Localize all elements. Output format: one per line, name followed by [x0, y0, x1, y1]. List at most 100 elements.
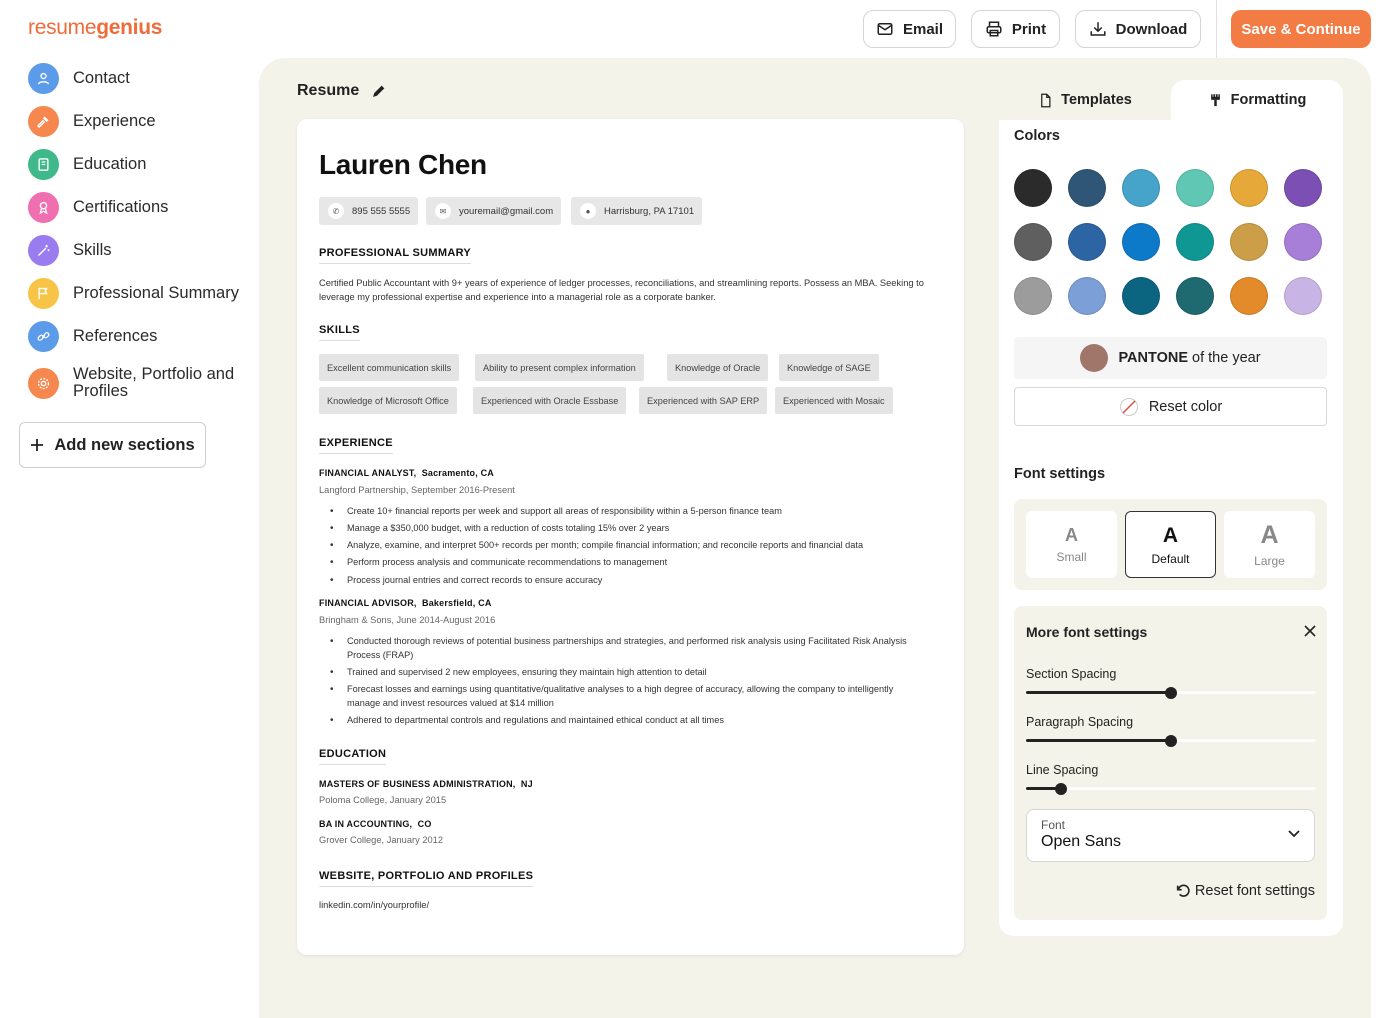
- sidebar-item-website[interactable]: Website, Portfolio and Profiles: [28, 366, 243, 400]
- job-bullet: Process journal entries and correct reco…: [330, 574, 927, 588]
- close-icon[interactable]: [1304, 625, 1316, 637]
- email-chip: ✉ youremail@gmail.com: [426, 197, 562, 225]
- tab-formatting[interactable]: Formatting: [1171, 80, 1343, 120]
- sidebar-item-experience[interactable]: Experience: [28, 106, 156, 137]
- color-swatch[interactable]: [1284, 277, 1322, 315]
- color-swatch[interactable]: [1230, 169, 1268, 207]
- skill-chip: Knowledge of SAGE: [779, 354, 879, 381]
- print-button[interactable]: Print: [971, 10, 1060, 48]
- slider-handle[interactable]: [1164, 734, 1177, 747]
- color-swatch[interactable]: [1230, 223, 1268, 261]
- slider-label: Section Spacing: [1026, 667, 1117, 681]
- color-swatch[interactable]: [1014, 277, 1052, 315]
- website-heading: WEBSITE, PORTFOLIO AND PROFILES: [319, 870, 534, 887]
- email-button[interactable]: Email: [863, 10, 956, 48]
- experience-heading: EXPERIENCE: [319, 437, 393, 454]
- color-swatch[interactable]: [1014, 169, 1052, 207]
- sidebar-item-contact[interactable]: Contact: [28, 63, 130, 94]
- education-heading: EDUCATION: [319, 748, 387, 765]
- header-divider: [1216, 0, 1217, 58]
- job-bullet: Adhered to departmental controls and reg…: [330, 714, 927, 728]
- pantone-button[interactable]: PANTONE of the year: [1014, 337, 1327, 379]
- chevron-down-icon: [1288, 830, 1300, 838]
- color-swatch[interactable]: [1176, 277, 1214, 315]
- location-chip: ● Harrisburg, PA 17101: [571, 197, 703, 225]
- skill-chip: Excellent communication skills: [319, 354, 460, 381]
- color-swatch[interactable]: [1068, 169, 1106, 207]
- add-new-sections-button[interactable]: Add new sections: [19, 422, 206, 468]
- more-font-settings: More font settings Section Spacing Parag…: [1014, 606, 1327, 920]
- sidebar-item-professional[interactable]: Professional Summary: [28, 278, 239, 309]
- mail-icon: ✉: [435, 203, 451, 219]
- gear-icon: [28, 367, 59, 399]
- font-size-small[interactable]: A Small: [1026, 511, 1117, 578]
- sidebar-item-references[interactable]: References: [28, 321, 157, 352]
- sidebar-item-skills[interactable]: Skills: [28, 235, 112, 266]
- printer-icon: [986, 21, 1002, 37]
- slider-handle[interactable]: [1164, 686, 1177, 699]
- book-icon: [28, 149, 59, 180]
- sidebar-item-certifications[interactable]: Certifications: [28, 192, 168, 223]
- skill-chip: Experienced with SAP ERP: [639, 387, 768, 414]
- document-icon: [1041, 93, 1051, 107]
- tab-templates[interactable]: Templates: [999, 80, 1171, 120]
- slider-handle[interactable]: [1054, 782, 1067, 795]
- color-swatch[interactable]: [1176, 169, 1214, 207]
- job-bullet: Analyze, examine, and interpret 500+ rec…: [330, 539, 927, 553]
- color-swatch[interactable]: [1284, 169, 1322, 207]
- wand-icon: [28, 235, 59, 266]
- sidebar-item-label: Skills: [73, 241, 112, 259]
- hammer-icon: [28, 106, 59, 137]
- font-size-default[interactable]: A Default: [1125, 511, 1216, 578]
- reset-font-settings-button[interactable]: Reset font settings: [1175, 883, 1315, 899]
- job-subtitle: Langford Partnership, September 2016-Pre…: [319, 485, 515, 495]
- skill-chip: Knowledge of Oracle: [667, 354, 769, 381]
- pantone-swatch: [1080, 344, 1109, 372]
- font-large-icon: A: [1260, 521, 1279, 549]
- job-subtitle: Bringham & Sons, June 2014-August 2016: [319, 615, 496, 625]
- color-swatch[interactable]: [1068, 223, 1106, 261]
- more-font-heading: More font settings: [1026, 624, 1148, 640]
- job-bullet: Perform process analysis and communicate…: [330, 556, 927, 570]
- resume-name: Lauren Chen: [319, 149, 487, 180]
- download-icon: [1090, 22, 1106, 36]
- color-swatch[interactable]: [1284, 223, 1322, 261]
- line-spacing-slider[interactable]: [1026, 782, 1315, 795]
- sidebar-item-education[interactable]: Education: [28, 149, 146, 180]
- font-size-large[interactable]: A Large: [1224, 511, 1315, 578]
- skill-chip: Experienced with Oracle Essbase: [473, 387, 627, 414]
- pencil-icon[interactable]: [371, 83, 387, 99]
- color-swatch[interactable]: [1122, 277, 1160, 315]
- skill-chip: Ability to present complex information: [475, 354, 644, 381]
- download-button[interactable]: Download: [1075, 10, 1201, 48]
- font-small-icon: A: [1065, 525, 1078, 545]
- degree-title: BA IN ACCOUNTING, CO: [319, 819, 432, 829]
- undo-icon: [1176, 884, 1190, 897]
- phone-chip: ✆ 895 555 5555: [319, 197, 419, 225]
- color-swatch[interactable]: [1068, 277, 1106, 315]
- sidebar-item-label: References: [73, 327, 158, 345]
- sidebar-item-label: Experience: [73, 112, 156, 130]
- job-bullet: Trained and supervised 2 new employees, …: [330, 666, 927, 680]
- resume-title: Resume: [297, 82, 387, 100]
- job-bullet: Create 10+ financial reports per week an…: [330, 505, 927, 519]
- save-continue-button[interactable]: Save & Continue: [1231, 10, 1371, 48]
- font-select[interactable]: Font Open Sans: [1026, 809, 1315, 862]
- job-title: FINANCIAL ADVISOR, Bakersfield, CA: [319, 598, 492, 608]
- website-link: linkedin.com/in/yourprofile/: [319, 900, 430, 910]
- font-default-icon: A: [1162, 523, 1179, 547]
- color-swatch[interactable]: [1122, 169, 1160, 207]
- paragraph-spacing-slider[interactable]: [1026, 734, 1315, 747]
- job-bullet: Conducted thorough reviews of potential …: [330, 635, 927, 662]
- resume-preview[interactable]: Lauren Chen ✆ 895 555 5555 ✉ youremail@gma…: [297, 119, 964, 955]
- slider-label: Line Spacing: [1026, 763, 1099, 777]
- degree-title: MASTERS OF BUSINESS ADMINISTRATION, NJ: [319, 779, 533, 789]
- color-swatch[interactable]: [1230, 277, 1268, 315]
- color-swatch[interactable]: [1122, 223, 1160, 261]
- person-icon: [28, 63, 59, 94]
- logo[interactable]: resumegenius: [28, 16, 162, 40]
- color-swatch[interactable]: [1014, 223, 1052, 261]
- reset-color-button[interactable]: Reset color: [1014, 387, 1327, 426]
- section-spacing-slider[interactable]: [1026, 686, 1315, 699]
- color-swatch[interactable]: [1176, 223, 1214, 261]
